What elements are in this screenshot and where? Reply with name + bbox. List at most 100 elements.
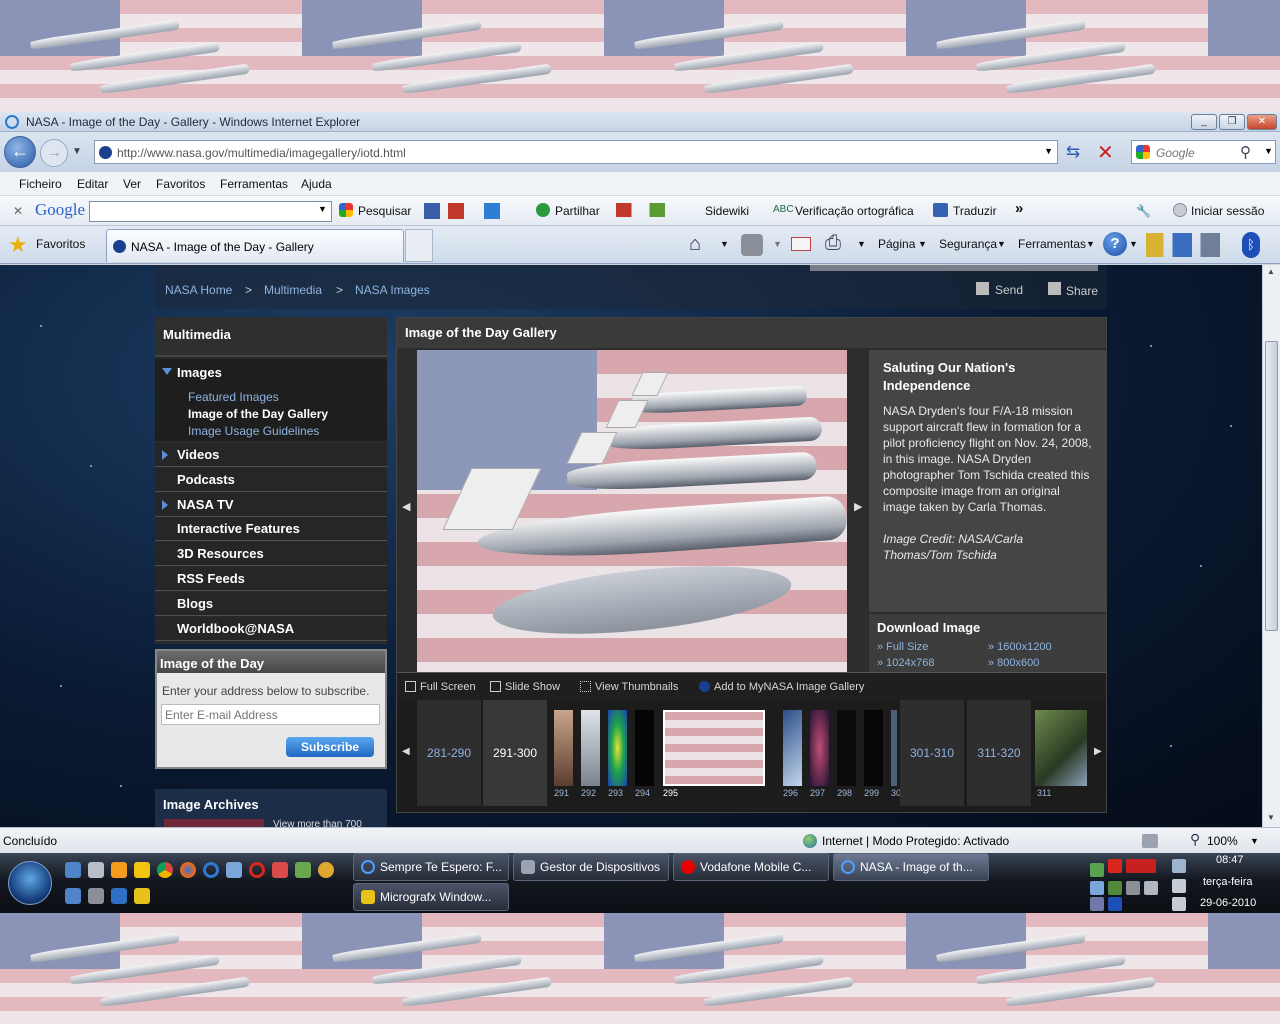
tray-icon-3[interactable] (1090, 881, 1104, 895)
nav-usage-guidelines[interactable]: Image Usage Guidelines (188, 424, 319, 438)
spellcheck-button[interactable]: Verificação ortográfica (795, 204, 914, 218)
media-player-icon[interactable] (111, 862, 127, 878)
clock-date[interactable]: 29-06-2010 (1200, 897, 1256, 909)
thumb-291[interactable] (554, 710, 573, 786)
show-desktop-icon[interactable] (65, 862, 81, 878)
pesquisar-button[interactable]: Pesquisar (358, 204, 411, 218)
toolbar-icons-group[interactable] (424, 203, 524, 219)
slide-show-button[interactable]: Slide Show (490, 681, 560, 693)
menu-editar[interactable]: Editar (77, 177, 108, 191)
nav-videos[interactable]: Videos (155, 443, 387, 467)
app-icon-1[interactable] (272, 862, 288, 878)
nav-interactive-features[interactable]: Interactive Features (155, 517, 387, 541)
nav-podcasts[interactable]: Podcasts (155, 468, 387, 492)
bluetooth-icon[interactable]: ᛒ (1242, 232, 1260, 258)
magnifier-icon[interactable]: ⚲ (1240, 143, 1251, 161)
print-icon[interactable]: ⎙ (825, 232, 841, 255)
opera-icon[interactable] (249, 862, 265, 878)
nav-nasa-tv[interactable]: NASA TV (155, 493, 387, 517)
menu-ficheiro[interactable]: Ficheiro (19, 177, 62, 191)
tray-icon-6[interactable] (1144, 881, 1158, 895)
url-input[interactable]: http://www.nasa.gov/multimedia/imagegall… (94, 140, 1058, 164)
power-tray-icon[interactable] (1172, 879, 1186, 893)
app-icon-3[interactable] (318, 862, 334, 878)
favorites-button[interactable]: Favoritos (36, 237, 85, 251)
tray-icon-2[interactable] (1108, 859, 1122, 873)
sidewiki-button[interactable]: Sidewiki (705, 204, 749, 218)
help-icon[interactable]: ? (1103, 232, 1127, 256)
start-button[interactable] (8, 861, 52, 905)
history-dropdown-icon[interactable]: ▼ (72, 146, 82, 157)
full-screen-button[interactable]: Full Screen (405, 681, 476, 693)
menu-favoritos[interactable]: Favoritos (156, 177, 205, 191)
window-titlebar[interactable]: NASA - Image of the Day - Gallery - Wind… (0, 112, 1280, 132)
safety-menu[interactable]: Segurança (939, 237, 997, 251)
thumb-295-selected[interactable] (663, 710, 765, 786)
thumb-311[interactable] (1035, 710, 1087, 786)
maximize-button[interactable]: ❐ (1219, 114, 1245, 130)
thumb-300[interactable] (891, 710, 897, 786)
search-options-icon[interactable]: ▼ (1264, 146, 1273, 156)
send-link[interactable]: Send (995, 283, 1023, 297)
scroll-up-arrow[interactable]: ▲ (1267, 267, 1275, 276)
range-281-290[interactable]: 281-290 (417, 700, 481, 806)
checkmark-app-icon[interactable] (111, 888, 127, 904)
chrome-icon[interactable] (157, 862, 173, 878)
nav-worldbook[interactable]: Worldbook@NASA (155, 617, 387, 641)
notes-icon[interactable] (134, 862, 150, 878)
email-input[interactable] (161, 704, 380, 725)
thumb-292[interactable] (581, 710, 600, 786)
query-dropdown-icon[interactable]: ▼ (318, 204, 327, 214)
calculator-icon[interactable] (88, 862, 104, 878)
bluetooth-tray-icon[interactable] (1108, 897, 1122, 911)
mail-icon[interactable] (791, 237, 811, 251)
tray-icon-5[interactable] (1126, 881, 1140, 895)
range-291-300[interactable]: 291-300 (483, 700, 547, 806)
page-menu[interactable]: Página (878, 237, 915, 251)
minimize-button[interactable]: _ (1191, 114, 1217, 130)
taskbar-button-micrografx[interactable]: Micrografx Window... (353, 883, 509, 911)
rss-dropdown-icon[interactable]: ▼ (773, 239, 782, 249)
tools-menu[interactable]: Ferramentas (1018, 237, 1086, 251)
tray-icon-7[interactable] (1090, 897, 1104, 911)
taskbar-button-nasa[interactable]: NASA - Image of th... (833, 853, 989, 881)
tab-nasa-iotd[interactable]: NASA - Image of the Day - Gallery (106, 229, 404, 262)
nav-featured-images[interactable]: Featured Images (188, 390, 279, 404)
breadcrumb-nasa-home[interactable]: NASA Home (165, 283, 232, 297)
close-toolbar-icon[interactable]: ✕ (13, 204, 23, 218)
add-to-mynasa-button[interactable]: Add to MyNASA Image Gallery (699, 681, 864, 693)
strip-prev-arrow[interactable]: ◀ (402, 746, 410, 757)
ie-quicklaunch-icon[interactable] (203, 862, 219, 878)
thumb-298[interactable] (837, 710, 856, 786)
menu-ver[interactable]: Ver (123, 177, 141, 191)
firefox-icon[interactable] (180, 862, 196, 878)
thumb-293[interactable] (608, 710, 627, 786)
home-dropdown-icon[interactable]: ▼ (720, 239, 729, 249)
taskbar-button-gestor[interactable]: Gestor de Dispositivos (513, 853, 669, 881)
rss-icon[interactable] (741, 234, 763, 256)
new-tab-button[interactable] (405, 229, 433, 262)
range-311-320[interactable]: 311-320 (967, 700, 1031, 806)
thumb-297[interactable] (810, 710, 829, 786)
translate-button[interactable]: Traduzir (953, 204, 997, 218)
prev-image-arrow[interactable]: ◀ (402, 500, 410, 513)
partilhar-button[interactable]: Partilhar (555, 204, 600, 218)
desktop-switch-icon[interactable] (65, 888, 81, 904)
download-1024x768[interactable]: » 1024x768 (877, 657, 935, 669)
breadcrumb-nasa-images[interactable]: NASA Images (355, 283, 430, 297)
tray-icon-1[interactable] (1090, 863, 1104, 877)
volume-icon[interactable] (1172, 897, 1186, 911)
nav-3d-resources[interactable]: 3D Resources (155, 542, 387, 566)
download-1600x1200[interactable]: » 1600x1200 (988, 641, 1052, 653)
nav-images[interactable]: Images (177, 365, 222, 380)
scroll-thumb[interactable] (1265, 341, 1278, 631)
nav-iotd-gallery[interactable]: Image of the Day Gallery (188, 407, 328, 421)
stop-icon[interactable]: ✕ (1097, 140, 1114, 165)
star-app-icon[interactable] (88, 888, 104, 904)
download-full-size[interactable]: » Full Size (877, 641, 928, 653)
nav-rss-feeds[interactable]: RSS Feeds (155, 567, 387, 591)
menu-ajuda[interactable]: Ajuda (301, 177, 332, 191)
google-query-input[interactable] (89, 201, 332, 222)
search-input[interactable]: Google ⚲ ▼ (1131, 140, 1276, 164)
tools-menu-arrow[interactable]: ▼ (1086, 239, 1095, 249)
